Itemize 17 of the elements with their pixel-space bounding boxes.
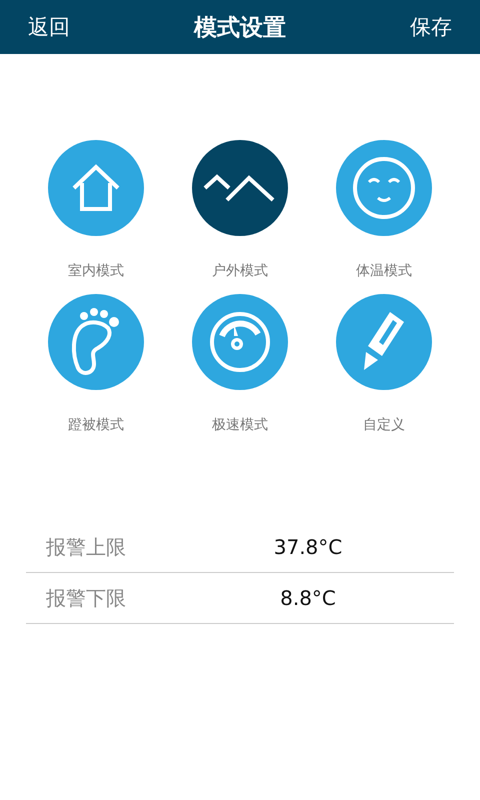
mode-label: 室内模式 — [68, 262, 124, 280]
alarm-value[interactable]: 8.8°C — [246, 586, 370, 610]
mode-label: 自定义 — [363, 416, 405, 434]
page-title: 模式设置 — [194, 14, 286, 42]
alarm-label: 报警下限 — [45, 584, 127, 612]
back-button[interactable]: 返回 — [28, 13, 70, 41]
alarm-value[interactable]: 37.8°C — [246, 535, 370, 559]
mountains-icon — [203, 172, 277, 204]
mode-label: 蹬被模式 — [68, 416, 124, 434]
save-button[interactable]: 保存 — [410, 13, 452, 41]
smiling-face-icon — [352, 156, 416, 220]
house-icon — [70, 164, 122, 212]
gauge-icon — [208, 310, 272, 374]
mode-label: 户外模式 — [212, 262, 268, 280]
mode-label: 体温模式 — [356, 262, 412, 280]
alarm-label: 报警上限 — [45, 534, 127, 560]
mode-label: 极速模式 — [212, 416, 268, 434]
